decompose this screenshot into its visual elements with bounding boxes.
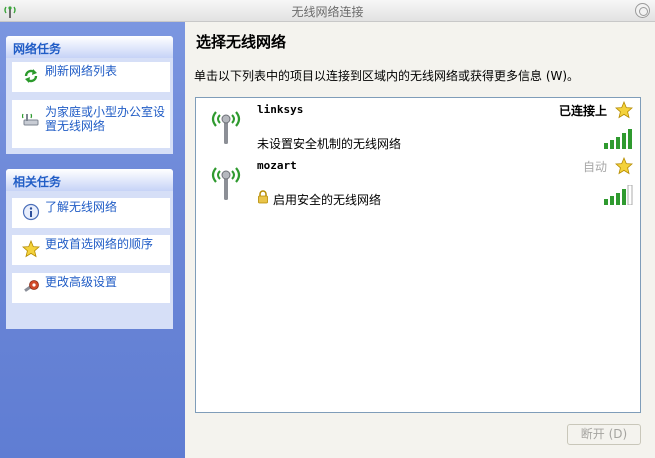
signal-strength-icon <box>604 185 633 205</box>
network-row-mozart[interactable]: mozart 自动 启用安全的无线网络 <box>197 155 639 210</box>
page-description: 单击以下列表中的项目以连接到区域内的无线网络或获得更多信息 (W)。 <box>194 69 580 83</box>
change-advanced-settings-link[interactable]: 更改高级设置 <box>12 273 170 303</box>
network-security-text: 未设置安全机制的无线网络 <box>257 137 402 151</box>
window-title: 无线网络连接 <box>291 5 364 19</box>
change-preferred-order-label: 更改首选网络的顺序 <box>45 237 154 251</box>
change-advanced-settings-label: 更改高级设置 <box>45 275 118 289</box>
network-row-linksys[interactable]: linksys 已连接上 未设置安全机制的无线网络 <box>197 99 639 154</box>
setup-wireless-icon <box>22 113 39 126</box>
change-preferred-order-link[interactable]: 更改首选网络的顺序 <box>12 235 170 265</box>
main-content: 选择无线网络 单击以下列表中的项目以连接到区域内的无线网络或获得更多信息 (W)… <box>185 22 655 458</box>
setup-wireless-network-link[interactable]: 为家庭或小型办公室设置无线网络 <box>12 100 170 148</box>
refresh-network-list-label: 刷新网络列表 <box>45 64 118 78</box>
network-security-text: 启用安全的无线网络 <box>273 193 382 207</box>
related-tasks-header: 相关任务 <box>6 169 173 191</box>
wireless-antenna-icon <box>211 167 241 200</box>
info-icon <box>22 203 40 221</box>
refresh-icon <box>24 69 38 83</box>
wireless-antenna-icon <box>211 111 241 144</box>
page-title: 选择无线网络 <box>196 33 287 51</box>
learn-wireless-label: 了解无线网络 <box>45 200 118 214</box>
signal-strength-icon <box>604 129 632 149</box>
disconnect-button[interactable]: 断开 (D) <box>567 424 641 445</box>
sidebar: 网络任务 刷新网络列表 为家庭或小型办公室设置无线网络 相关任务 了解无线网络 … <box>0 22 185 458</box>
related-tasks-panel: 相关任务 了解无线网络 更改首选网络的顺序 更改高级设置 <box>6 169 173 329</box>
refresh-network-list-link[interactable]: 刷新网络列表 <box>12 62 170 92</box>
network-list[interactable]: linksys 已连接上 未设置安全机制的无线网络 mozart 自动 启用安全… <box>195 97 641 413</box>
network-tasks-header: 网络任务 <box>6 36 173 58</box>
network-name: linksys <box>257 103 304 116</box>
network-tasks-panel: 网络任务 刷新网络列表 为家庭或小型办公室设置无线网络 <box>6 36 173 154</box>
learn-wireless-link[interactable]: 了解无线网络 <box>12 198 170 228</box>
setup-wireless-network-label: 为家庭或小型办公室设置无线网络 <box>45 105 166 133</box>
advanced-settings-icon <box>24 280 39 292</box>
network-status: 自动 <box>582 160 607 174</box>
network-name: mozart <box>257 159 297 172</box>
network-status: 已连接上 <box>558 104 607 118</box>
preferred-star-icon <box>615 157 633 175</box>
star-icon <box>22 240 40 258</box>
close-icon[interactable] <box>635 3 650 18</box>
lock-icon <box>258 190 268 204</box>
preferred-star-icon <box>615 101 633 119</box>
title-bar: 无线网络连接 <box>0 0 655 22</box>
